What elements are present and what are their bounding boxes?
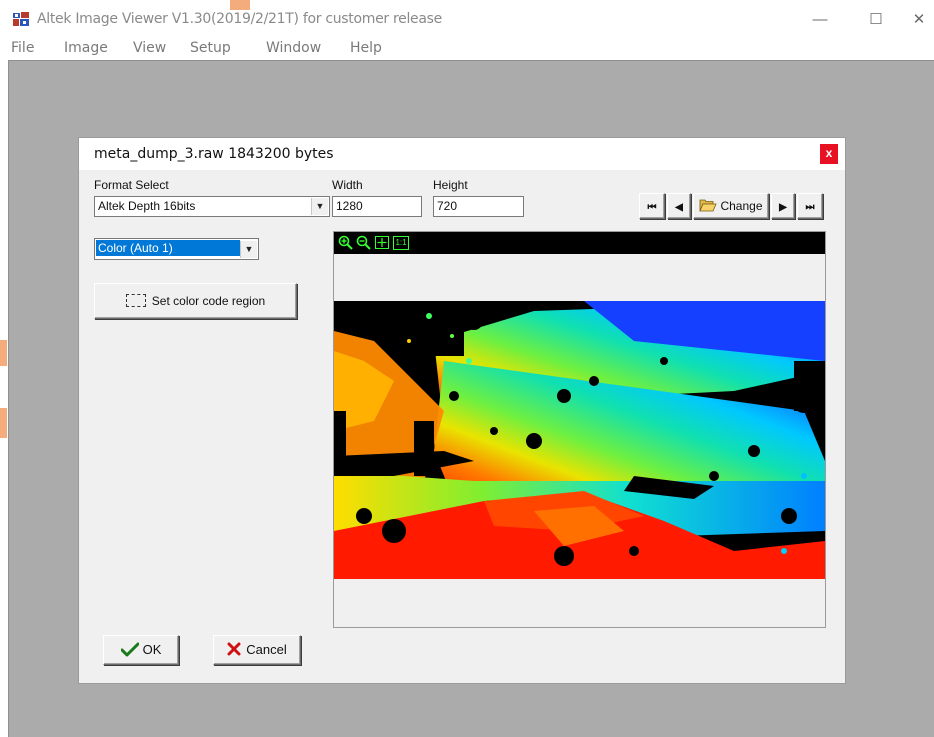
close-button[interactable]: ✕ — [896, 6, 934, 34]
previous-frame-button[interactable]: ◀ — [667, 193, 691, 219]
cross-icon — [227, 642, 241, 656]
window-title: Altek Image Viewer V1.30(2019/2/21T) for… — [37, 11, 442, 27]
last-icon: ⏭ — [805, 202, 815, 213]
cancel-button[interactable]: Cancel — [213, 635, 301, 665]
ok-button[interactable]: OK — [103, 635, 179, 665]
format-select[interactable]: Altek Depth 16bits ▼ — [94, 196, 330, 217]
format-select-value: Altek Depth 16bits — [98, 199, 196, 213]
actual-size-icon[interactable]: 1:1 — [393, 236, 409, 250]
width-label: Width — [332, 178, 363, 192]
menu-file[interactable]: File — [11, 40, 34, 56]
width-input[interactable]: 1280 — [332, 196, 422, 217]
menu-setup[interactable]: Setup — [190, 40, 231, 56]
height-input[interactable]: 720 — [433, 196, 524, 217]
next-frame-button[interactable]: ▶ — [771, 193, 795, 219]
chevron-down-icon[interactable]: ▼ — [311, 198, 328, 215]
color-mode-value: Color (Auto 1) — [95, 239, 241, 257]
image-dialog: meta_dump_3.raw 1843200 bytes x Format S… — [78, 137, 846, 684]
depth-image-canvas — [334, 301, 825, 579]
dialog-title: meta_dump_3.raw 1843200 bytes — [94, 146, 334, 162]
height-label: Height — [433, 178, 468, 192]
set-color-code-region-button[interactable]: Set color code region — [94, 283, 297, 319]
depth-image — [334, 301, 825, 579]
first-frame-button[interactable]: ⏮ — [639, 193, 665, 219]
viewer-toolbar: 1:1 — [334, 232, 825, 254]
color-mode-select[interactable]: Color (Auto 1) ▼ — [94, 238, 259, 260]
app-icon — [13, 12, 29, 26]
menu-help[interactable]: Help — [350, 40, 382, 56]
menu-image[interactable]: Image — [64, 40, 108, 56]
dashed-rect-icon — [125, 294, 146, 307]
watermark-stroke — [0, 340, 7, 366]
cancel-label: Cancel — [246, 642, 287, 657]
set-color-code-region-label: Set color code region — [151, 294, 266, 308]
minimize-button[interactable]: — — [797, 6, 843, 34]
dialog-close-button[interactable]: x — [820, 144, 838, 164]
format-select-label: Format Select — [94, 178, 169, 192]
ok-label: OK — [142, 642, 162, 657]
chevron-down-icon[interactable]: ▼ — [240, 241, 257, 258]
next-icon: ▶ — [779, 202, 787, 213]
menu-view[interactable]: View — [133, 40, 166, 56]
maximize-button[interactable]: ☐ — [853, 6, 899, 34]
change-button[interactable]: Change — [693, 193, 769, 219]
fit-icon[interactable] — [375, 236, 389, 249]
menu-window[interactable]: Window — [266, 40, 321, 56]
last-frame-button[interactable]: ⏭ — [797, 193, 823, 219]
watermark-stroke — [0, 408, 7, 438]
folder-open-icon — [699, 199, 718, 212]
checkmark-icon — [120, 642, 140, 657]
zoom-in-icon[interactable] — [338, 235, 353, 250]
zoom-out-icon[interactable] — [356, 235, 371, 250]
first-icon: ⏮ — [647, 202, 657, 213]
previous-icon: ◀ — [675, 202, 683, 213]
image-viewer[interactable]: 1:1 — [333, 231, 826, 628]
change-label: Change — [720, 199, 763, 213]
watermark-stroke — [230, 0, 250, 10]
